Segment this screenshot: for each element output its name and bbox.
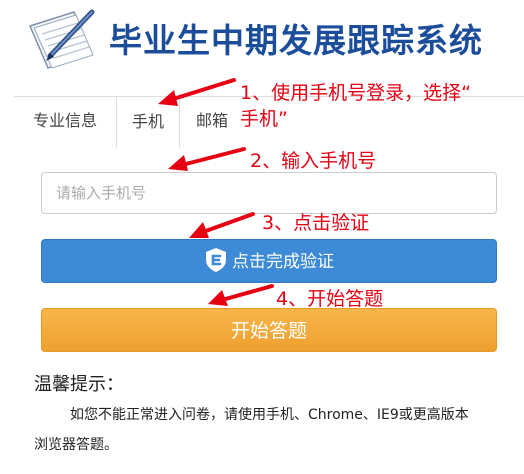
annotation-step1-line1: 1、使用手机号登录，选择“ bbox=[240, 82, 471, 104]
verify-button-label: 点击完成验证 bbox=[232, 252, 334, 272]
annotation-step1-line2: 手机” bbox=[240, 108, 288, 130]
annotation-arrow-2 bbox=[168, 147, 246, 171]
page-title: 毕业生中期发展跟踪系统 bbox=[109, 21, 483, 60]
annotation-arrow-4 bbox=[208, 284, 274, 306]
annotation-arrow-3 bbox=[189, 212, 255, 238]
verify-button[interactable]: 点击完成验证 bbox=[41, 239, 497, 283]
shield-icon bbox=[206, 248, 226, 272]
tab-major-info[interactable]: 专业信息 bbox=[14, 96, 116, 147]
tips-title: 温馨提示： bbox=[34, 374, 124, 395]
tips-body: 如您不能正常进入问卷，请使用手机、Chrome、IE9或更高版本 浏览器答题。 bbox=[34, 400, 504, 460]
header: 毕业生中期发展跟踪系统 bbox=[0, 0, 524, 80]
tips-line-1: 如您不能正常进入问卷，请使用手机、Chrome、IE9或更高版本 bbox=[70, 407, 469, 423]
start-answering-button[interactable]: 开始答题 bbox=[41, 308, 497, 352]
annotation-step3: 3、点击验证 bbox=[262, 212, 370, 234]
annotation-step4: 4、开始答题 bbox=[276, 288, 384, 310]
notebook-pen-logo-icon bbox=[28, 9, 95, 69]
tips-line-2: 浏览器答题。 bbox=[34, 437, 118, 453]
annotation-step2: 2、输入手机号 bbox=[250, 150, 377, 172]
annotation-arrow-1 bbox=[158, 78, 236, 106]
